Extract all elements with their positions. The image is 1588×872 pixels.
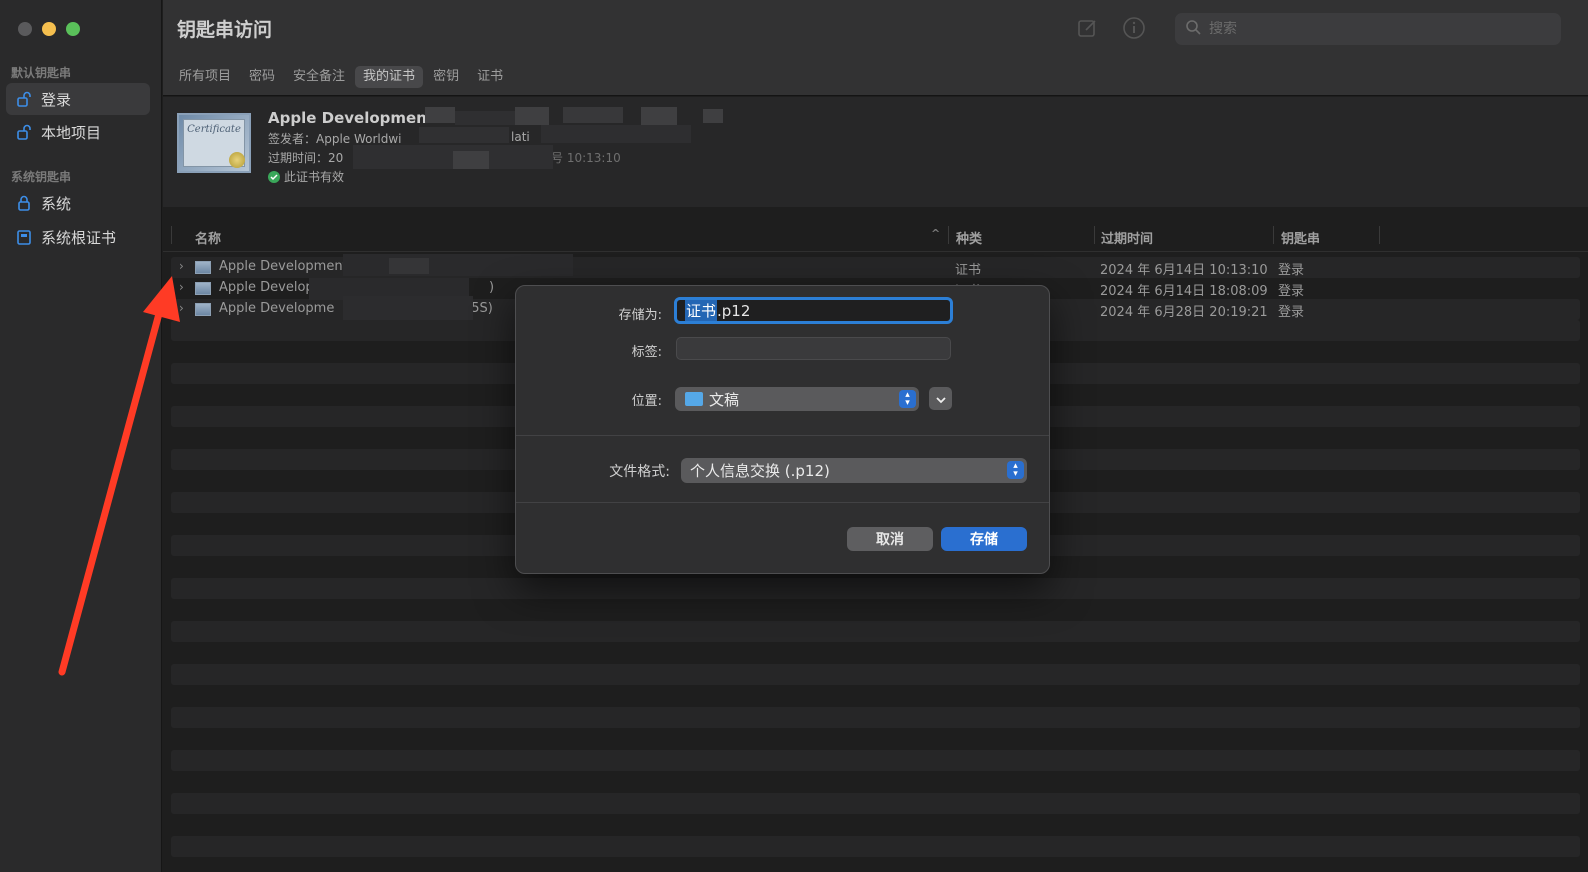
row-name: Apple Development [219, 259, 348, 274]
sidebar: 默认钥匙串 登录 本地项目 系统钥匙串 系统 系统根证书 [0, 0, 162, 872]
compose-icon[interactable] [1076, 16, 1100, 40]
cancel-button[interactable]: 取消 [847, 527, 933, 551]
lock-icon [16, 195, 32, 211]
column-header-name[interactable]: 名称 [195, 228, 221, 247]
window-controls [18, 22, 80, 36]
toolbar: 钥匙串访问 所有项目 密码 安全备注 我的证书 密钥 证书 [163, 0, 1588, 96]
chevron-updown-icon: ▴ ▾ [1007, 461, 1024, 479]
search-field[interactable] [1175, 13, 1561, 45]
format-value: 个人信息交换 (.p12) [690, 462, 830, 480]
location-popup[interactable]: 文稿 ▴ ▾ [675, 387, 919, 411]
table-header: 名称 ^ 种类 过期时间 钥匙串 [163, 218, 1588, 252]
row-keychain: 登录 [1278, 263, 1305, 278]
row-keychain: 登录 [1278, 284, 1305, 299]
sidebar-item-label: 登录 [41, 90, 72, 109]
certificate-image: Certificate [177, 113, 251, 173]
column-header-keychain[interactable]: 钥匙串 [1281, 228, 1320, 247]
chevron-right-icon[interactable]: › [179, 280, 184, 294]
row-keychain: 登录 [1278, 305, 1305, 320]
save-as-label: 存储为: [618, 308, 662, 323]
tab-all-items[interactable]: 所有项目 [171, 66, 239, 88]
unlock-icon [16, 124, 32, 140]
row-name: Apple Develop [219, 280, 314, 295]
chevron-updown-icon: ▴ ▾ [899, 390, 916, 408]
certificate-expiry: 过期时间：20 [268, 151, 344, 165]
save-as-extension: .p12 [717, 301, 751, 320]
sort-ascending-icon[interactable]: ^ [931, 227, 940, 240]
chevron-down-icon [935, 389, 946, 408]
chevron-right-icon[interactable]: › [179, 301, 184, 315]
zoom-button[interactable] [66, 22, 80, 36]
row-expires: 2024 年 6月28日 20:19:21 [1100, 305, 1268, 320]
format-popup[interactable]: 个人信息交换 (.p12) ▴ ▾ [681, 458, 1027, 483]
unlock-icon [16, 91, 32, 107]
category-tabs: 所有项目 密码 安全备注 我的证书 密钥 证书 [171, 66, 511, 88]
folder-icon [685, 392, 703, 406]
tab-my-certificates[interactable]: 我的证书 [355, 66, 424, 88]
close-button[interactable] [18, 22, 32, 36]
info-icon[interactable] [1122, 16, 1146, 40]
row-name: Apple Developme [219, 301, 335, 316]
tab-keys[interactable]: 密钥 [425, 66, 467, 88]
format-label: 文件格式: [609, 464, 670, 480]
seal-icon [229, 152, 245, 168]
save-button[interactable]: 存储 [941, 527, 1027, 551]
save-as-input[interactable]: 证书 .p12 [674, 297, 953, 324]
expand-button[interactable] [929, 387, 952, 410]
tags-input[interactable] [676, 337, 951, 360]
sidebar-section-default: 默认钥匙串 [11, 66, 72, 80]
sidebar-item-label: 系统 [41, 194, 72, 213]
window-title: 钥匙串访问 [177, 19, 273, 41]
search-input[interactable] [1209, 21, 1529, 37]
sidebar-item-login[interactable]: 登录 [6, 83, 150, 115]
sidebar-item-label: 系统根证书 [41, 228, 117, 247]
checkmark-icon [268, 170, 280, 183]
certificate-info-panel: Certificate Apple Development: 签发者：Apple… [163, 97, 1588, 207]
chevron-right-icon[interactable]: › [179, 259, 184, 273]
sidebar-item-system[interactable]: 系统 [6, 187, 150, 219]
column-header-kind[interactable]: 种类 [956, 228, 982, 247]
sidebar-item-local[interactable]: 本地项目 [6, 116, 150, 148]
row-kind: 证书 [955, 263, 982, 278]
certificate-issuer-tail: lati [511, 130, 530, 144]
save-dialog: 存储为: 证书 .p12 标签: 位置: 文稿 ▴ ▾ 文件格式: 个人信息交换 (… [515, 285, 1050, 574]
minimize-button[interactable] [42, 22, 56, 36]
row-name-tail: ) [489, 280, 495, 295]
tab-secure-notes[interactable]: 安全备注 [285, 66, 353, 88]
certificate-icon [195, 261, 211, 274]
save-as-selected-text: 证书 [685, 300, 718, 321]
row-expires: 2024 年 6月14日 18:08:09 [1100, 284, 1268, 299]
certificate-title: Apple Development: [268, 109, 441, 127]
certificate-icon [195, 282, 211, 295]
certificate-valid-status: 此证书有效 [268, 168, 344, 185]
sidebar-item-system-roots[interactable]: 系统根证书 [6, 221, 150, 253]
certificate-icon [195, 303, 211, 316]
sidebar-item-label: 本地项目 [41, 123, 102, 142]
tab-passwords[interactable]: 密码 [241, 66, 283, 88]
tab-certificates[interactable]: 证书 [469, 66, 511, 88]
valid-text: 此证书有效 [284, 170, 345, 184]
sidebar-section-system: 系统钥匙串 [11, 170, 72, 184]
search-icon [1185, 19, 1201, 39]
location-label: 位置: [631, 394, 662, 409]
certificate-expiry-tail: 号 10:13:10 [551, 151, 621, 165]
cabinet-icon [16, 229, 32, 245]
location-value: 文稿 [709, 390, 740, 409]
divider [516, 435, 1049, 436]
divider [516, 502, 1049, 503]
column-header-expires[interactable]: 过期时间 [1101, 228, 1153, 247]
row-expires: 2024 年 6月14日 10:13:10 [1100, 263, 1268, 278]
tags-label: 标签: [631, 345, 662, 360]
